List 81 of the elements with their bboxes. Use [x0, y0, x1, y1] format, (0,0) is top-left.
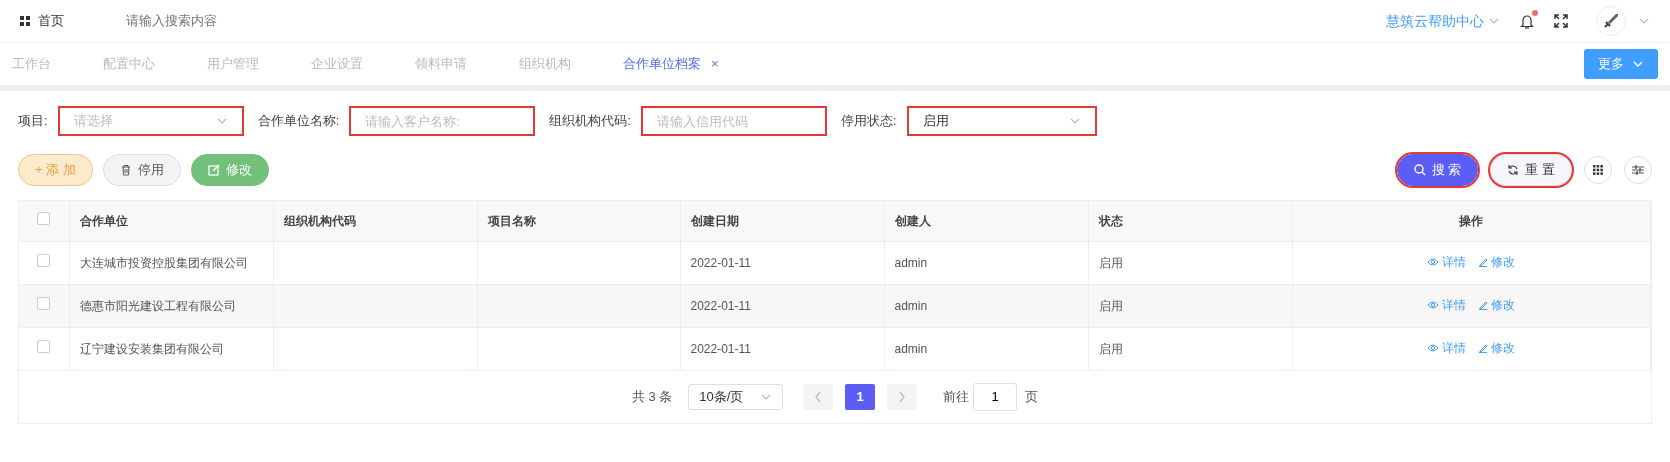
- input-field[interactable]: 请输入客户名称:: [349, 106, 536, 136]
- refresh-icon: [1507, 164, 1520, 176]
- eye-icon: [1427, 343, 1440, 353]
- page-suffix-label: 页: [1025, 387, 1039, 406]
- table-cell: 辽宁建设安装集团有限公司: [79, 341, 224, 356]
- column-header: 创建人: [894, 213, 931, 228]
- next-page-button[interactable]: [887, 383, 918, 410]
- add-button[interactable]: + 添 加: [18, 154, 93, 186]
- select-all-checkbox[interactable]: [37, 211, 51, 225]
- edit-link[interactable]: 修改: [1478, 253, 1516, 271]
- grid-icon[interactable]: [20, 16, 30, 26]
- field-label: 停用状态:: [840, 112, 897, 131]
- page-size-select[interactable]: 10条/页: [688, 383, 784, 410]
- column-header: 组织机构代码: [283, 213, 356, 228]
- search-button[interactable]: 搜 索: [1396, 154, 1479, 186]
- edit-link[interactable]: 修改: [1478, 339, 1516, 357]
- nav-tab[interactable]: 合作单位档案: [623, 54, 701, 74]
- table-cell: 德惠市阳光建设工程有限公司: [79, 298, 236, 313]
- table-cell: admin: [894, 298, 928, 313]
- grid-view-button[interactable]: [1584, 156, 1612, 184]
- input-field[interactable]: 请输入信用代码: [640, 106, 827, 136]
- table-cell: admin: [894, 341, 928, 356]
- chevron-right-icon: [898, 390, 907, 403]
- eye-icon: [1427, 257, 1440, 267]
- search-icon: [1413, 164, 1426, 176]
- goto-label: 前往: [943, 387, 970, 406]
- select-field[interactable]: 启用: [906, 106, 1097, 136]
- row-checkbox[interactable]: [37, 253, 51, 267]
- bell-icon[interactable]: [1520, 13, 1534, 29]
- nav-tab[interactable]: 用户管理: [207, 54, 259, 74]
- table-cell: 2022-01-11: [690, 255, 751, 270]
- disable-button[interactable]: 停用: [102, 154, 181, 186]
- fullscreen-icon[interactable]: [1554, 14, 1568, 28]
- nav-tab[interactable]: 配置中心: [103, 54, 155, 74]
- column-header: 状态: [1098, 213, 1123, 228]
- nav-tab[interactable]: 企业设置: [311, 54, 363, 74]
- column-header: 操作: [1459, 213, 1484, 228]
- details-link[interactable]: 详情: [1427, 339, 1467, 357]
- total-count: 共 3 条: [631, 387, 673, 406]
- column-header: 合作单位: [79, 213, 128, 228]
- table-cell: 启用: [1098, 341, 1123, 356]
- help-center-link[interactable]: 慧筑云帮助中心: [1386, 10, 1484, 32]
- close-icon[interactable]: ×: [711, 54, 719, 74]
- field-label: 组织机构代码:: [549, 112, 631, 131]
- more-button[interactable]: 更多: [1584, 49, 1658, 79]
- grid-icon: [1593, 165, 1603, 175]
- nav-tab[interactable]: 领料申请: [415, 54, 467, 74]
- table-cell: 启用: [1098, 298, 1123, 313]
- table-cell: 2022-01-11: [690, 298, 751, 313]
- filter-settings-button[interactable]: [1624, 156, 1652, 184]
- reset-button[interactable]: 重 置: [1490, 154, 1572, 186]
- page-button[interactable]: 1: [845, 383, 876, 410]
- table-cell: 启用: [1098, 255, 1123, 270]
- details-link[interactable]: 详情: [1427, 253, 1467, 271]
- eye-icon: [1427, 300, 1440, 310]
- column-header: 项目名称: [487, 213, 536, 228]
- table-cell: 2022-01-11: [690, 341, 751, 356]
- chevron-left-icon: [814, 390, 823, 403]
- home-link[interactable]: 首页: [38, 11, 64, 31]
- pencil-icon: [1478, 343, 1489, 353]
- sword-icon: [1602, 12, 1620, 30]
- pencil-icon: [1478, 257, 1489, 267]
- edit-link[interactable]: 修改: [1478, 296, 1516, 314]
- pencil-icon: [1478, 300, 1489, 310]
- table-cell: admin: [894, 255, 928, 270]
- field-label: 项目:: [18, 112, 48, 131]
- nav-tab[interactable]: 组织机构: [519, 54, 571, 74]
- select-field[interactable]: 请选择: [57, 106, 244, 136]
- trash-icon: [119, 164, 132, 176]
- page-number-field[interactable]: 1: [973, 382, 1018, 411]
- details-link[interactable]: 详情: [1427, 296, 1467, 314]
- row-checkbox[interactable]: [37, 339, 51, 353]
- edit-icon: [207, 164, 220, 176]
- row-checkbox[interactable]: [37, 296, 51, 310]
- field-label: 合作单位名称:: [257, 112, 340, 131]
- edit-button[interactable]: 修改: [190, 154, 269, 186]
- column-header: 创建日期: [690, 213, 739, 228]
- nav-tab[interactable]: 工作台: [12, 54, 51, 74]
- table-cell: 大连城市投资控股集团有限公司: [79, 255, 248, 270]
- previous-page-button[interactable]: [803, 383, 834, 410]
- sliders-icon: [1632, 165, 1644, 175]
